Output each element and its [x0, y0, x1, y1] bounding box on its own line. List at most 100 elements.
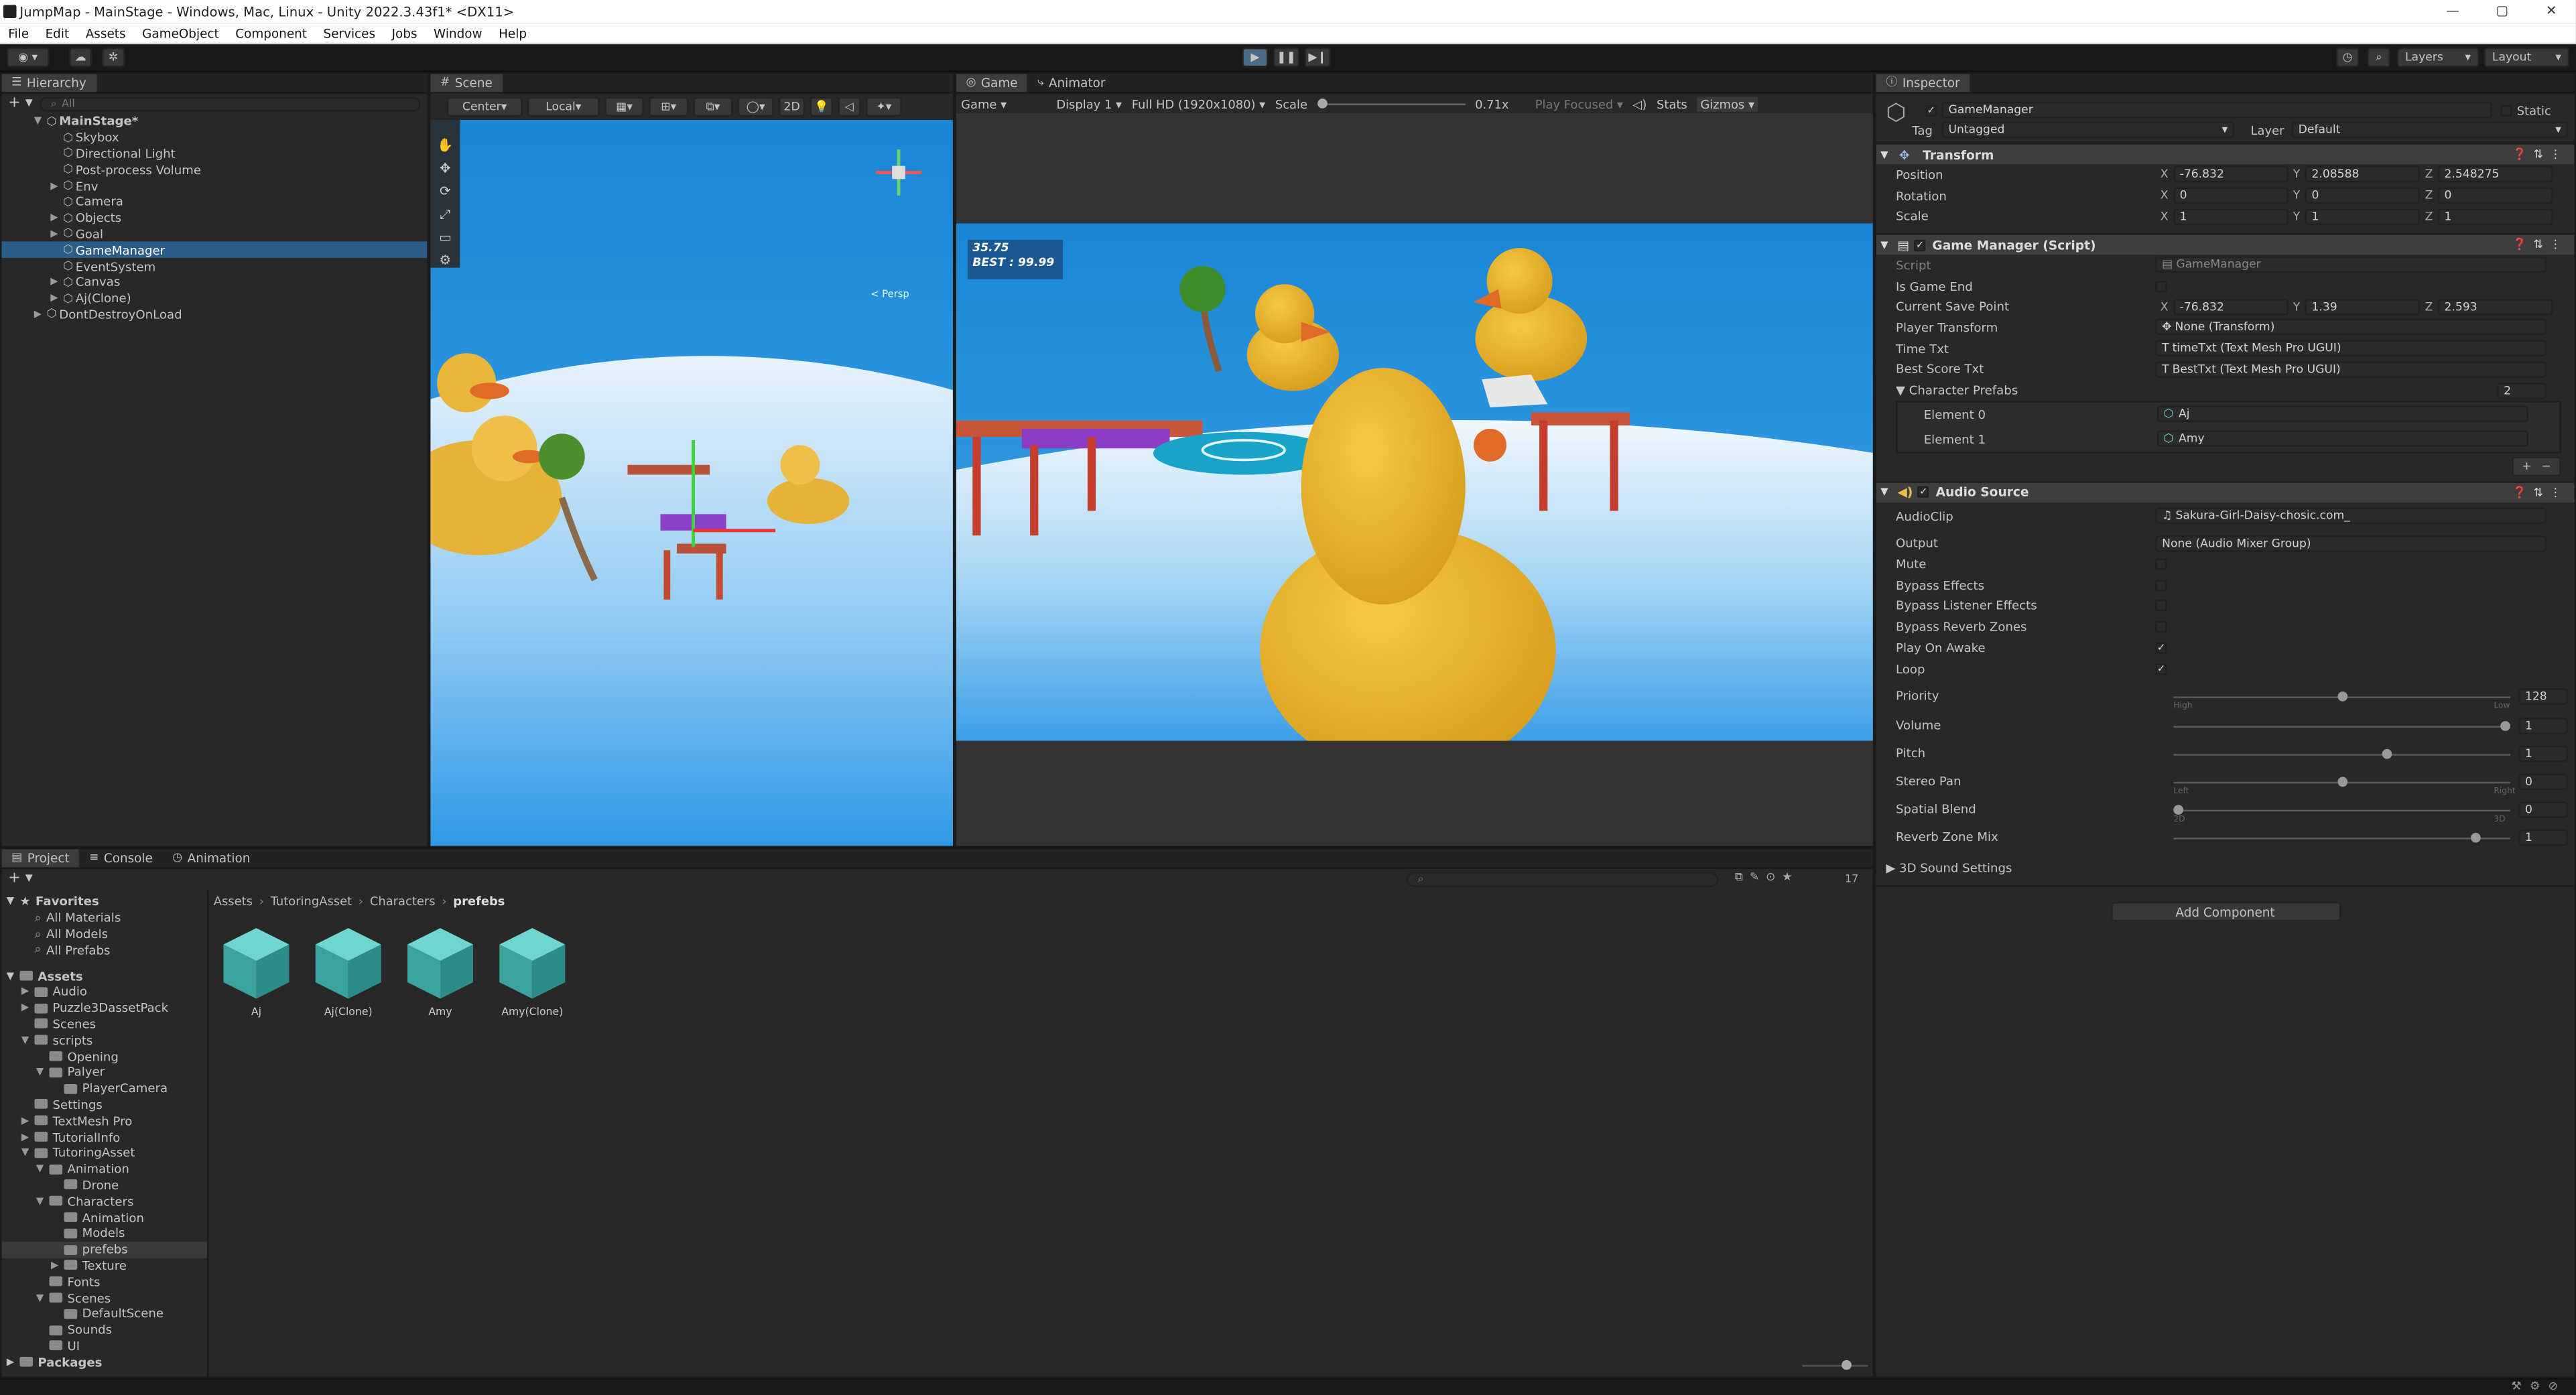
project-filter-icons[interactable]: ⧉✎⊙★ — [1735, 870, 1799, 885]
hierarchy-search-input[interactable]: ⌕ All — [39, 96, 421, 111]
transform-scale-z-field[interactable]: 1 — [2437, 208, 2553, 225]
list-add-remove-buttons[interactable]: + − — [2512, 456, 2561, 476]
component-menu-icon[interactable]: ❓⇅⋮ — [2512, 148, 2567, 161]
prefab-element-field[interactable]: ⬡ Amy — [2156, 431, 2528, 448]
project-folder-row[interactable]: Scenes — [1, 1016, 206, 1032]
settings-gear-icon[interactable]: ✲ — [101, 48, 125, 68]
asset-tile[interactable]: Amy(Clone) — [498, 925, 567, 1018]
expand-arrow-icon[interactable]: ▶ — [21, 1002, 35, 1014]
project-folder-row[interactable]: ▼ Characters — [1, 1193, 206, 1209]
hierarchy-row[interactable]: ⬡ Post-process Volume — [1, 161, 427, 178]
audio-slider-value[interactable]: 1 — [2518, 829, 2568, 847]
favorite-item[interactable]: ⌕ All Prefabs — [1, 941, 206, 958]
audio-slider-knob[interactable] — [2471, 833, 2481, 844]
close-button[interactable]: ✕ — [2526, 0, 2576, 23]
draw-mode-icon[interactable]: ◯▾ — [737, 96, 774, 117]
asset-tile[interactable]: Aj(Clone) — [314, 925, 383, 1018]
hierarchy-row[interactable]: ▶ ⬡ Goal — [1, 226, 427, 242]
project-folder-row[interactable]: DefaultScene — [1, 1306, 206, 1322]
search-icon[interactable]: ⌕ — [2367, 48, 2390, 68]
expand-arrow-icon[interactable]: ▶ — [48, 180, 61, 192]
scene-root-row[interactable]: ▼ ⬡ MainStage* — [1, 113, 427, 129]
component-menu-icon[interactable]: ❓⇅⋮ — [2512, 239, 2567, 252]
tab-game[interactable]: ◎ Game — [956, 74, 1028, 92]
effects-icon[interactable]: ✦▾ — [865, 96, 902, 117]
best-txt-field[interactable]: T BestTxt (Text Mesh Pro UGUI) — [2155, 360, 2547, 378]
menu-help[interactable]: Help — [491, 25, 535, 40]
toggle-2d-button[interactable]: 2D — [779, 96, 806, 117]
transform-scale-y-field[interactable]: 1 — [2305, 208, 2421, 225]
create-asset-button[interactable]: + ▾ — [8, 870, 33, 887]
breadcrumb-item[interactable]: Assets — [214, 894, 253, 909]
menu-jobs[interactable]: Jobs — [383, 25, 425, 40]
minimize-button[interactable]: — — [2428, 0, 2477, 23]
object-name-field[interactable]: GameManager — [1941, 101, 2492, 119]
gamemanager-enabled-checkbox[interactable]: ✓ — [1914, 239, 1926, 251]
favorite-item[interactable]: ⌕ All Materials — [1, 909, 206, 926]
hierarchy-row[interactable]: ▶ ⬡ Env — [1, 178, 427, 194]
gamemanager-header[interactable]: ▼ ▤ ✓ Game Manager (Script) ❓⇅⋮ — [1876, 233, 2575, 255]
project-folder-row[interactable]: PlayerCamera — [1, 1081, 206, 1097]
expand-arrow-icon[interactable]: ▶ — [48, 212, 61, 224]
is-game-end-checkbox[interactable] — [2155, 280, 2167, 292]
menu-gameobject[interactable]: GameObject — [134, 25, 227, 40]
tag-dropdown[interactable]: Untagged ▾ — [1941, 121, 2235, 138]
expand-arrow-icon[interactable]: ▼ — [36, 1195, 50, 1207]
pivot-local-dropdown[interactable]: Local ▾ — [527, 96, 600, 117]
audio-toggle-icon[interactable]: ◁ — [838, 96, 861, 117]
audio-slider-track[interactable] — [2173, 748, 2510, 758]
hierarchy-row[interactable]: ▶ ⬡ Aj(Clone) — [1, 290, 427, 306]
menu-file[interactable]: File — [0, 25, 37, 40]
scene-viewport[interactable]: ✋ ✥ ⟳ ⤢ ▭ ⚙ — [430, 119, 954, 848]
increment-snap-icon[interactable]: ⧉▾ — [693, 96, 733, 117]
audio-slider-knob[interactable] — [2337, 777, 2347, 787]
packages-row[interactable]: ▶ Packages — [1, 1354, 206, 1370]
hierarchy-row[interactable]: ⬡ Camera — [1, 194, 427, 210]
list-add-button[interactable]: + — [2522, 460, 2531, 473]
project-folder-row[interactable]: prefebs — [1, 1241, 207, 1258]
tab-project[interactable]: ▤ Project — [1, 849, 80, 868]
component-menu-icon[interactable]: ❓⇅⋮ — [2512, 486, 2567, 499]
audio-slider-track[interactable] — [2173, 805, 2510, 815]
tab-inspector[interactable]: ⓘ Inspector — [1876, 74, 1970, 92]
project-folder-row[interactable]: Animation — [1, 1209, 206, 1225]
time-txt-field[interactable]: T timeTxt (Text Mesh Pro UGUI) — [2155, 340, 2547, 357]
tab-console[interactable]: ≡ Console — [79, 849, 162, 867]
play-focused-dropdown[interactable]: Play Focused ▾ — [1535, 96, 1623, 111]
audio-slider-value[interactable]: 0 — [2518, 773, 2568, 791]
transform-header[interactable]: ▼ ✥ Transform ❓⇅⋮ — [1876, 143, 2575, 165]
project-folder-row[interactable]: Drone — [1, 1177, 206, 1193]
favorite-item[interactable]: ⌕ All Models — [1, 925, 206, 942]
project-search-input[interactable]: ⌕ — [1406, 872, 1719, 887]
audio-slider-track[interactable] — [2173, 777, 2510, 787]
transform-rotation-z-field[interactable]: 0 — [2437, 187, 2553, 204]
hierarchy-row[interactable]: ⬡ EventSystem — [1, 258, 427, 274]
audio-toggle-checkbox[interactable] — [2155, 600, 2167, 612]
prefab-element-field[interactable]: ⬡ Aj — [2156, 406, 2528, 423]
play-button[interactable]: ▶ — [1242, 48, 1269, 68]
cloud-icon[interactable]: ☁ — [68, 48, 92, 68]
audio-slider-knob[interactable] — [2500, 720, 2510, 730]
transform-position-y-field[interactable]: 2.08588 — [2305, 166, 2421, 183]
project-folder-row[interactable]: ▼ Scenes — [1, 1290, 206, 1306]
hierarchy-row[interactable]: ⬡ Skybox — [1, 129, 427, 145]
layer-dropdown[interactable]: Default ▾ — [2291, 121, 2568, 138]
audio-slider-knob[interactable] — [2382, 748, 2393, 758]
expand-arrow-icon[interactable]: ▼ — [36, 1163, 50, 1175]
audio-slider-knob[interactable] — [2337, 692, 2347, 702]
audio-toggle-checkbox[interactable]: ✓ — [2155, 642, 2167, 654]
thumbnail-size-slider[interactable] — [1802, 1359, 1868, 1370]
audiosource-enabled-checkbox[interactable]: ✓ — [1917, 486, 1929, 499]
tab-scene[interactable]: # Scene — [430, 74, 503, 92]
output-field[interactable]: None (Audio Mixer Group) — [2155, 535, 2547, 552]
lighting-icon[interactable]: 💡 — [810, 96, 833, 117]
transform-position-x-field[interactable]: -76.832 — [2173, 166, 2289, 183]
pause-button[interactable]: ❚❚ — [1273, 48, 1300, 68]
project-folder-row[interactable]: Sounds — [1, 1322, 206, 1338]
audio-slider-value[interactable]: 1 — [2518, 745, 2568, 762]
expand-arrow-icon[interactable]: ▶ — [21, 1115, 35, 1126]
hierarchy-row[interactable]: ⬡ Directional Light — [1, 145, 427, 161]
account-button[interactable]: ◉ ▾ — [6, 48, 50, 68]
audio-slider-knob[interactable] — [2173, 805, 2184, 815]
audio-toggle-checkbox[interactable]: ✓ — [2155, 663, 2167, 675]
